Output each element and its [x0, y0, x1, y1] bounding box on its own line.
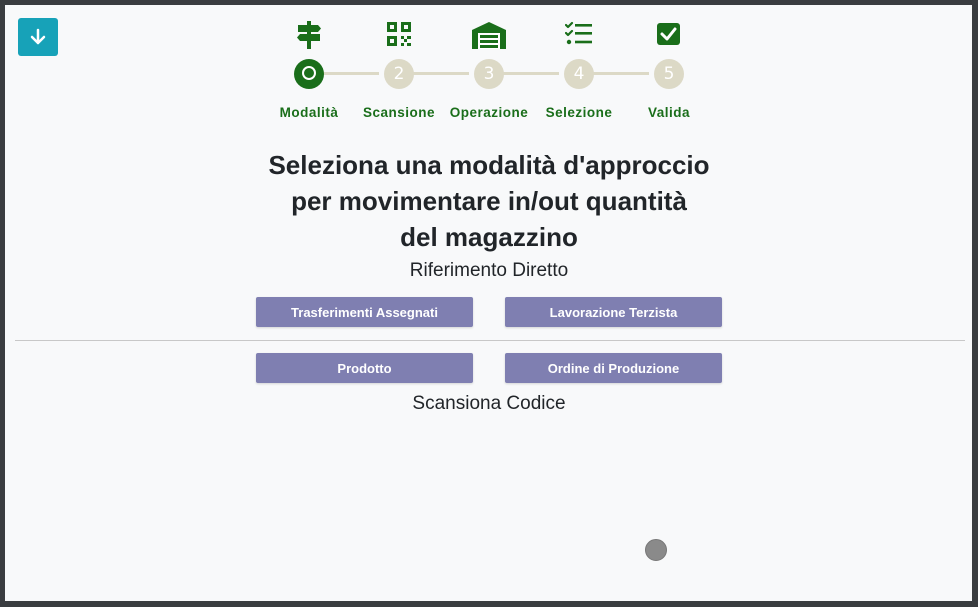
step-connector: [409, 72, 469, 75]
touch-cursor: [645, 539, 667, 561]
step-circle: 4: [564, 59, 594, 89]
page-title: Seleziona una modalità d'approccio per m…: [205, 147, 773, 255]
step-circle: 3: [474, 59, 504, 89]
step-label: Valida: [647, 105, 691, 120]
warehouse-icon: [472, 22, 506, 49]
step-connector: [589, 72, 649, 75]
download-button[interactable]: [18, 18, 58, 56]
checklist-icon: [565, 21, 592, 45]
signpost-icon: [297, 21, 321, 49]
product-button[interactable]: Prodotto: [256, 353, 473, 383]
third-party-processing-button[interactable]: Lavorazione Terzista: [505, 297, 722, 327]
page-title-line: del magazzino: [400, 222, 578, 252]
step-circle: 5: [654, 59, 684, 89]
step-connector: [319, 72, 379, 75]
direct-reference-heading: Riferimento Diretto: [409, 260, 569, 281]
step-circle: 2: [384, 59, 414, 89]
qr-code-icon: [387, 22, 411, 46]
arrow-down-icon: [30, 28, 46, 45]
page-title-line: per movimentare in/out quantità: [291, 186, 687, 216]
step-circle: [294, 59, 324, 89]
scan-code-heading: Scansiona Codice: [412, 393, 566, 414]
app-frame: Modalità 2 Scansione 3 Operazione 4 Sele…: [5, 5, 972, 601]
assigned-transfers-button[interactable]: Trasferimenti Assegnati: [256, 297, 473, 327]
production-order-button[interactable]: Ordine di Produzione: [505, 353, 722, 383]
check-square-icon: [657, 23, 680, 45]
page-title-line: Seleziona una modalità d'approccio: [268, 150, 710, 180]
step-connector: [499, 72, 559, 75]
section-divider: [15, 340, 965, 341]
